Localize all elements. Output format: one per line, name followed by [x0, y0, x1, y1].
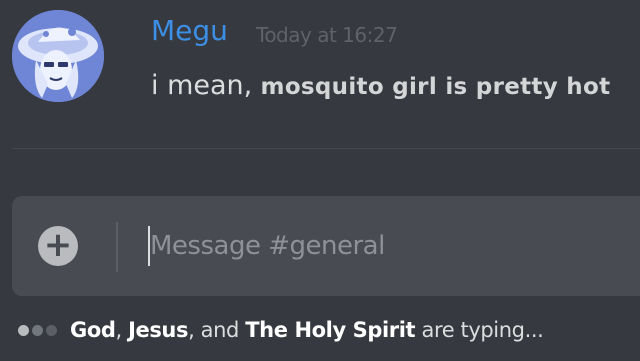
- composer-separator: [116, 222, 118, 272]
- typing-user-jesus: Jesus: [128, 318, 189, 342]
- typing-suffix: are typing...: [415, 318, 544, 342]
- user-avatar[interactable]: [12, 10, 104, 102]
- typing-dots-icon: [18, 324, 60, 336]
- message-content: i mean, mosquito girl is pretty hot: [151, 68, 610, 107]
- typing-text: God, Jesus, and The Holy Spirit are typi…: [70, 318, 544, 342]
- message-text-part2: mosquito girl is pretty hot: [252, 74, 611, 100]
- message-composer: +: [12, 196, 640, 296]
- text-caret: [148, 226, 150, 266]
- plus-circle-icon: +: [43, 224, 73, 265]
- chat-view: Megu Today at 16:27 i mean, mosquito gir…: [0, 0, 640, 361]
- upload-button[interactable]: +: [38, 224, 78, 266]
- message-timestamp: Today at 16:27: [256, 23, 398, 47]
- typing-indicator: God, Jesus, and The Holy Spirit are typi…: [18, 314, 544, 346]
- message-divider: [12, 148, 640, 149]
- typing-user-holy-spirit: The Holy Spirit: [245, 318, 416, 342]
- typing-dot: [46, 324, 57, 336]
- chat-message: Megu Today at 16:27 i mean, mosquito gir…: [0, 0, 640, 140]
- message-text-part1: i mean,: [151, 70, 253, 101]
- typing-sep-1: ,: [115, 318, 129, 342]
- typing-dot: [32, 324, 43, 336]
- typing-dot: [18, 324, 29, 336]
- message-author[interactable]: Megu: [151, 14, 228, 48]
- avatar-image: [12, 10, 104, 102]
- message-input[interactable]: [146, 226, 630, 266]
- typing-sep-2: , and: [188, 318, 246, 342]
- typing-user-god: God: [70, 318, 116, 342]
